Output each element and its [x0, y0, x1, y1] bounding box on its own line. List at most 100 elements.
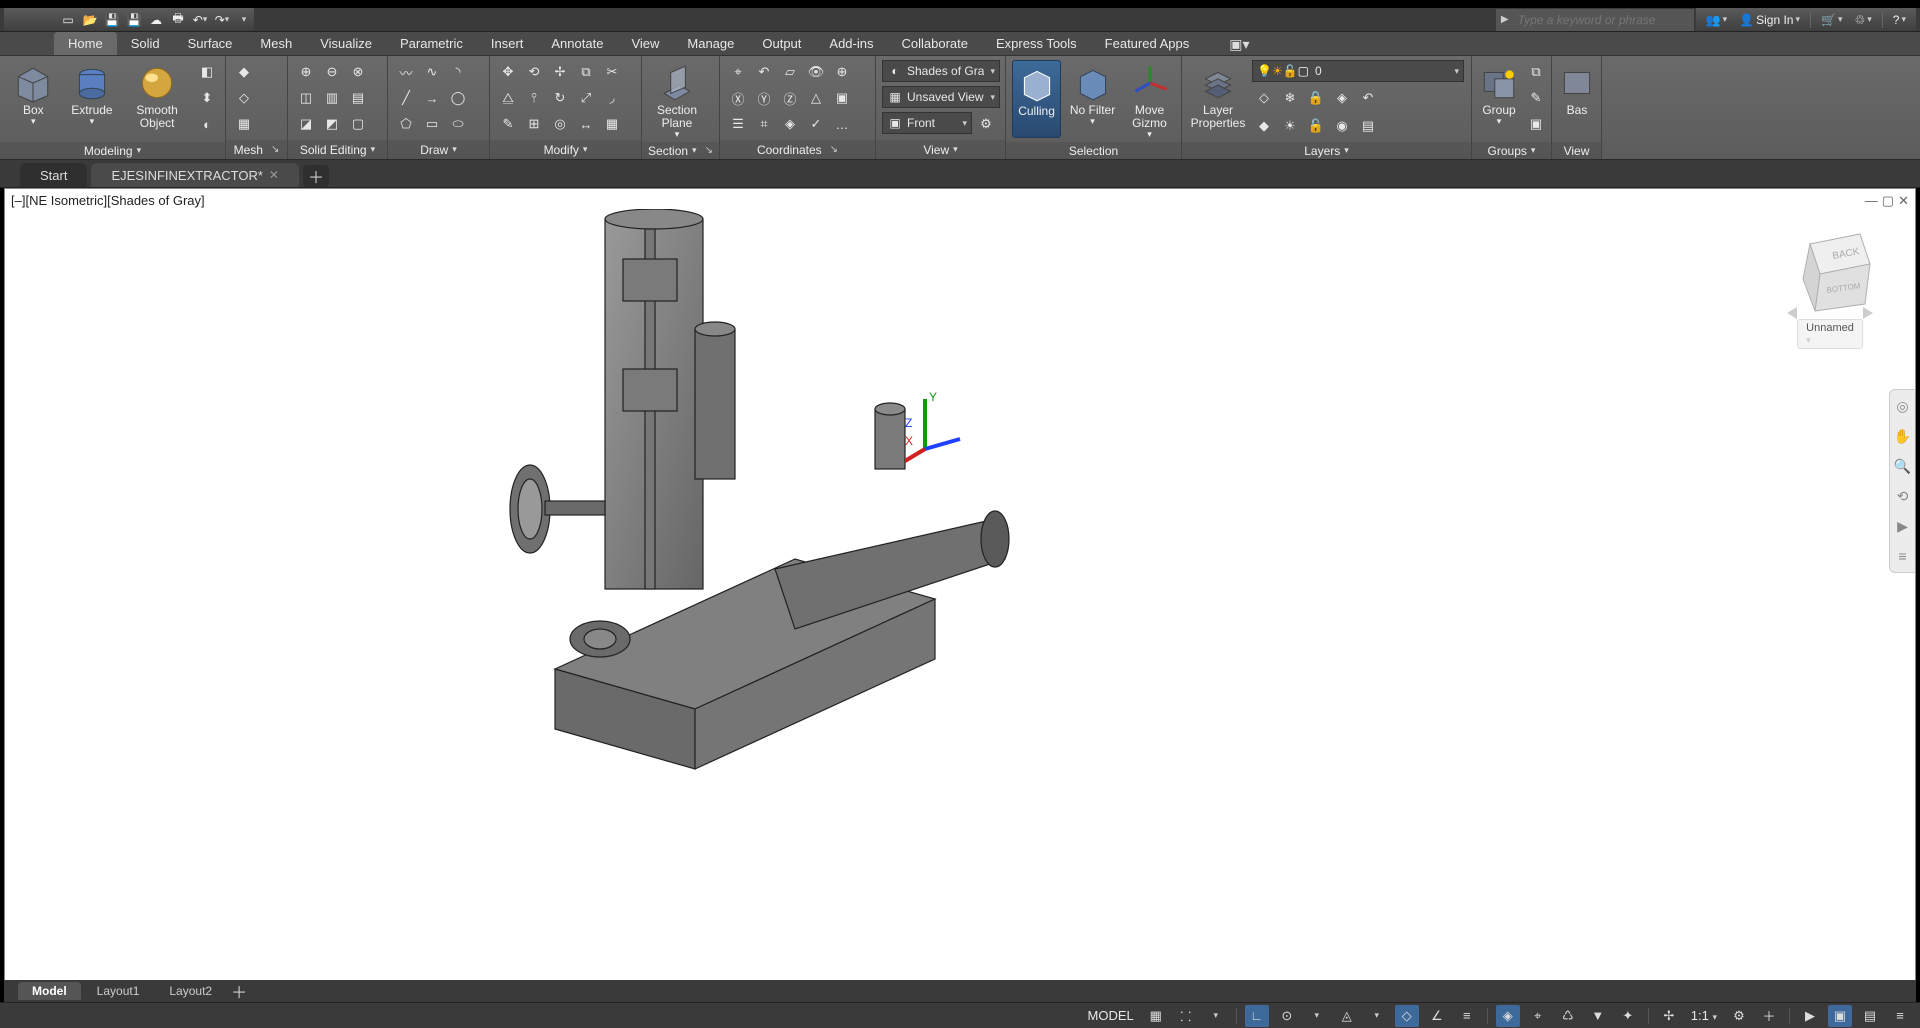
tab-featuredapps[interactable]: Featured Apps: [1091, 32, 1204, 55]
status-isodraft-drop-icon[interactable]: ▾: [1365, 1005, 1389, 1027]
viewport[interactable]: [–][NE Isometric][Shades of Gray] — ▢ ✕: [4, 188, 1916, 1000]
help-button[interactable]: ?▾: [1889, 8, 1910, 31]
viewcube-named-label[interactable]: Unnamed ▾: [1797, 319, 1863, 349]
status-selection-cycle-icon[interactable]: ♺: [1556, 1005, 1580, 1027]
status-isolate-icon[interactable]: ▣: [1828, 1005, 1852, 1027]
move-icon[interactable]: ✢: [548, 60, 572, 84]
polygon-icon[interactable]: ⬠: [394, 112, 418, 136]
spline-icon[interactable]: ∿: [420, 60, 444, 84]
status-osnap-icon[interactable]: ◇: [1395, 1005, 1419, 1027]
panel-title-layers[interactable]: Layers▾: [1182, 142, 1471, 159]
qat-new-icon[interactable]: ▭: [58, 10, 78, 30]
tab-visualize[interactable]: Visualize: [306, 32, 386, 55]
circle-icon[interactable]: ◯: [446, 86, 470, 110]
status-grid-icon[interactable]: ▦: [1144, 1005, 1168, 1027]
rotate3d-icon[interactable]: ⟲: [522, 60, 546, 84]
layouttab-layout1[interactable]: Layout1: [83, 982, 154, 1000]
rectangle-icon[interactable]: ▭: [420, 112, 444, 136]
ungroup-icon[interactable]: ⧉: [1524, 60, 1548, 84]
presspull-icon[interactable]: ⬍: [195, 86, 219, 110]
qat-save-icon[interactable]: 💾: [102, 10, 122, 30]
filetab-current[interactable]: EJESINFINEXTRACTOR*✕: [91, 163, 299, 187]
panel-title-section[interactable]: Section▾↘: [642, 142, 719, 159]
group-bbox-icon[interactable]: ▣: [1524, 112, 1548, 136]
layer-iso-icon[interactable]: ◆: [1252, 114, 1276, 138]
tab-view[interactable]: View: [617, 32, 673, 55]
panel-title-modify[interactable]: Modify▾: [490, 140, 641, 159]
tab-annotate[interactable]: Annotate: [537, 32, 617, 55]
status-gizmo-icon[interactable]: ✦: [1616, 1005, 1640, 1027]
layouttab-add-button[interactable]: ＋: [228, 979, 250, 1003]
visual-style-combo[interactable]: ◐Shades of Gray▾: [882, 60, 1000, 82]
nav-pan-icon[interactable]: ✋: [1893, 426, 1913, 446]
qat-open-icon[interactable]: 📂: [80, 10, 100, 30]
extrude-button[interactable]: Extrude▾: [65, 60, 120, 138]
account-button[interactable]: 👥▾: [1702, 8, 1731, 31]
panel-title-mesh[interactable]: Mesh↘: [226, 140, 287, 159]
fillet-icon[interactable]: ◞: [600, 86, 624, 110]
rotate-icon[interactable]: ↻: [548, 86, 572, 110]
nav-orbit-icon[interactable]: ⟲: [1893, 486, 1913, 506]
status-polar-drop-icon[interactable]: ▾: [1305, 1005, 1329, 1027]
tab-expresstools[interactable]: Express Tools: [982, 32, 1091, 55]
status-hardware-icon[interactable]: ▶: [1798, 1005, 1822, 1027]
extract-edges-icon[interactable]: ▤: [346, 86, 370, 110]
vp-maximize-icon[interactable]: ▢: [1882, 193, 1894, 209]
ucs-view-icon[interactable]: 👁: [804, 60, 828, 84]
ucs-show-icon[interactable]: ◈: [778, 112, 802, 136]
shell-icon[interactable]: ▢: [346, 112, 370, 136]
ucs-y-icon[interactable]: Ⓨ: [752, 86, 776, 110]
named-view-combo[interactable]: ▦Unsaved View▾: [882, 86, 1000, 108]
ucs-z-icon[interactable]: Ⓩ: [778, 86, 802, 110]
search-expand-icon[interactable]: ▶: [1496, 14, 1514, 25]
panel-title-coordinates[interactable]: Coordinates↘: [720, 140, 875, 159]
erase-icon[interactable]: ✎: [496, 112, 520, 136]
tab-manage[interactable]: Manage: [673, 32, 748, 55]
slice-icon[interactable]: ◫: [294, 86, 318, 110]
thicken-icon[interactable]: ▥: [320, 86, 344, 110]
viewport-label[interactable]: [–][NE Isometric][Shades of Gray]: [11, 193, 205, 208]
box-button[interactable]: Box▾: [6, 60, 61, 138]
section-plane-button[interactable]: Section Plane▾: [648, 60, 706, 138]
vp-close-icon[interactable]: ✕: [1898, 193, 1909, 209]
layouttab-layout2[interactable]: Layout2: [155, 982, 226, 1000]
ucs-icon-icon[interactable]: ⌗: [752, 112, 776, 136]
nav-fullwheel-icon[interactable]: ◎: [1893, 396, 1913, 416]
tab-insert[interactable]: Insert: [477, 32, 538, 55]
tab-mesh[interactable]: Mesh: [246, 32, 306, 55]
tab-solid[interactable]: Solid: [117, 32, 174, 55]
ribbon-visibility-icon[interactable]: ▣▾: [1223, 34, 1255, 55]
ucs-world-icon[interactable]: ⌖: [726, 60, 750, 84]
panel-title-draw[interactable]: Draw▾: [388, 140, 489, 159]
revolve-icon[interactable]: ◐: [195, 112, 219, 136]
base-view-button[interactable]: Bas: [1558, 60, 1596, 138]
align3d-icon[interactable]: ⫯: [522, 86, 546, 110]
face-taper-icon[interactable]: ◩: [320, 112, 344, 136]
stretch-icon[interactable]: ↔: [574, 112, 598, 136]
view-orient-combo[interactable]: ▣Front▾: [882, 112, 972, 134]
polyline-icon[interactable]: 〰: [394, 60, 418, 84]
nav-zoom-icon[interactable]: 🔍: [1893, 456, 1913, 476]
copy-icon[interactable]: ⧉: [574, 60, 598, 84]
ucs-apply-icon[interactable]: ✓: [804, 112, 828, 136]
move3d-icon[interactable]: ✥: [496, 60, 520, 84]
status-annomonitor-icon[interactable]: ＋: [1757, 1005, 1781, 1027]
mesh-smooth-more-icon[interactable]: ◆: [232, 60, 256, 84]
tab-home[interactable]: Home: [54, 32, 117, 55]
status-snap-icon[interactable]: ⸬: [1174, 1005, 1198, 1027]
ucs-prev-icon[interactable]: ↶: [752, 60, 776, 84]
ucs-more-icon[interactable]: …: [830, 112, 854, 136]
layer-lock-icon[interactable]: 🔒: [1304, 86, 1328, 110]
status-3dosnap-icon[interactable]: ◈: [1496, 1005, 1520, 1027]
tab-surface[interactable]: Surface: [174, 32, 247, 55]
status-ortho-icon[interactable]: ∟: [1245, 1005, 1269, 1027]
intersect-icon[interactable]: ⊗: [346, 60, 370, 84]
layer-properties-button[interactable]: Layer Properties: [1188, 60, 1248, 138]
move-gizmo-button[interactable]: Move Gizmo▾: [1124, 60, 1175, 138]
panel-title-view[interactable]: View▾: [876, 140, 1005, 159]
nofilter-button[interactable]: No Filter▾: [1065, 60, 1120, 138]
panel-title-modeling[interactable]: Modeling▾: [0, 142, 225, 159]
qat-plot-icon[interactable]: 🖶: [168, 10, 188, 30]
union-icon[interactable]: ⊕: [294, 60, 318, 84]
trim-icon[interactable]: ✂: [600, 60, 624, 84]
